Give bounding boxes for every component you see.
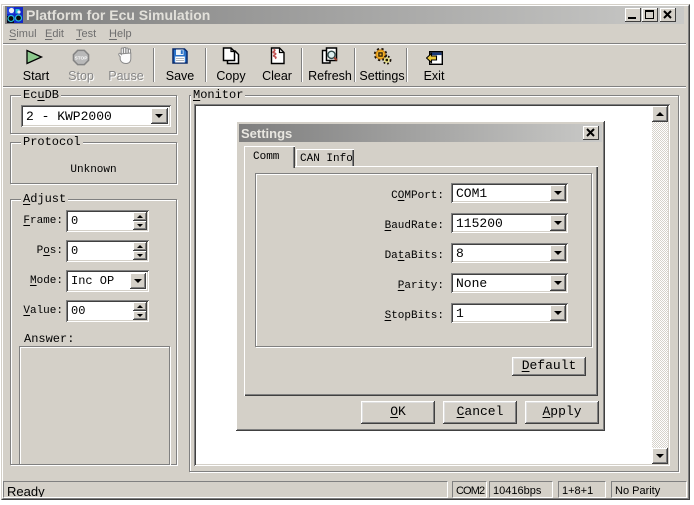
svg-text:STOP: STOP <box>75 56 88 62</box>
